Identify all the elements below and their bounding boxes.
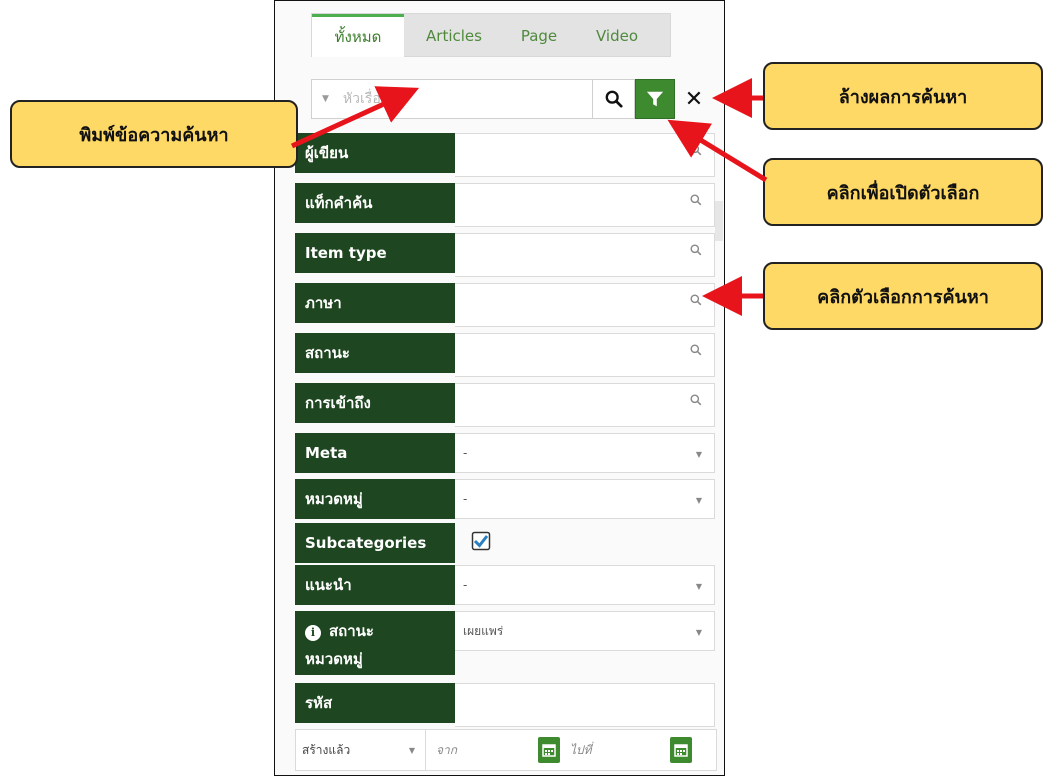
select-value: -: [463, 492, 468, 506]
info-icon: i: [305, 625, 321, 641]
select-value: -: [463, 578, 468, 592]
filter-label: ผู้เขียน: [295, 133, 455, 173]
filter-category: หมวดหมู่ - ▼: [295, 479, 715, 523]
calendar-icon: [674, 744, 688, 757]
category-status-select[interactable]: เผยแพร่ ▼: [455, 611, 715, 651]
filter-status: สถานะ: [295, 333, 715, 377]
select-value: -: [463, 446, 468, 460]
date-filter: สร้างแล้ว ▼ จาก ไปที่: [295, 729, 717, 771]
date-to-calendar-button[interactable]: [670, 737, 692, 763]
filter-label: Item type: [295, 233, 455, 273]
id-field[interactable]: [455, 683, 715, 727]
filter-tags: แท็กคำค้น: [295, 183, 715, 227]
search-icon: [605, 90, 623, 108]
author-field[interactable]: [455, 133, 715, 177]
search-placeholder: หัวเรื่อง: [342, 91, 388, 107]
filter-label: ภาษา: [295, 283, 455, 323]
filter-label: แท็กคำค้น: [295, 183, 455, 223]
search-icon: [690, 394, 702, 406]
search-icon: [690, 194, 702, 206]
tab-page[interactable]: Page: [504, 14, 574, 57]
date-from-input[interactable]: จาก: [426, 741, 538, 760]
chevron-down-icon: ▼: [695, 582, 702, 591]
select-value: เผยแพร่: [463, 623, 504, 638]
calendar-icon: [542, 744, 556, 757]
category-select[interactable]: - ▼: [455, 479, 715, 519]
filter-label: หมวดหมู่: [295, 479, 455, 519]
filter-author: ผู้เขียน: [295, 133, 715, 177]
filter-id: รหัส: [295, 683, 715, 727]
tab-articles[interactable]: Articles: [404, 14, 504, 57]
filter-language: ภาษา: [295, 283, 715, 327]
chevron-down-icon: ▼: [408, 746, 415, 755]
filter-icon: [646, 91, 664, 107]
filter-access: การเข้าถึง: [295, 383, 715, 427]
search-icon: [690, 294, 702, 306]
filter-label: i สถานะ หมวดหมู่: [295, 611, 455, 675]
chevron-down-icon: ▼: [695, 628, 702, 637]
select-value: สร้างแล้ว: [302, 742, 351, 757]
filter-subcategories: Subcategories: [295, 523, 715, 567]
search-icon: [690, 144, 702, 156]
filter-featured: แนะนำ - ▼: [295, 565, 715, 609]
item-type-field[interactable]: [455, 233, 715, 277]
clear-button[interactable]: ✕: [675, 79, 713, 119]
callout-open-options: คลิกเพื่อเปิดตัวเลือก: [763, 158, 1043, 226]
search-button[interactable]: [593, 79, 635, 119]
callout-type-search: พิมพ์ข้อความค้นหา: [10, 100, 298, 168]
filter-label: สถานะ: [295, 333, 455, 373]
status-field[interactable]: [455, 333, 715, 377]
callout-clear-results: ล้างผลการค้นหา: [763, 62, 1043, 130]
checkbox-checked-icon: [471, 531, 491, 551]
label-line-1: สถานะ: [329, 622, 374, 640]
search-bar: ▼ หัวเรื่อง ✕: [311, 79, 721, 119]
search-icon: [690, 344, 702, 356]
date-from-calendar-button[interactable]: [538, 737, 560, 763]
filter-label: Meta: [295, 433, 455, 473]
search-icon: [690, 244, 702, 256]
chevron-down-icon: ▼: [695, 496, 702, 505]
tab-video[interactable]: Video: [574, 14, 660, 57]
filter-category-status: i สถานะ หมวดหมู่ เผยแพร่ ▼: [295, 611, 715, 677]
filter-meta: Meta - ▼: [295, 433, 715, 477]
tags-field[interactable]: [455, 183, 715, 227]
filter-label: แนะนำ: [295, 565, 455, 605]
filter-options-button[interactable]: [635, 79, 675, 119]
date-type-select[interactable]: สร้างแล้ว ▼: [296, 730, 426, 770]
filter-label: การเข้าถึง: [295, 383, 455, 423]
filter-label: Subcategories: [295, 523, 455, 563]
meta-select[interactable]: - ▼: [455, 433, 715, 473]
content-type-tabs: ทั้งหมด Articles Page Video: [311, 13, 671, 57]
chevron-down-icon: ▼: [695, 450, 702, 459]
screenshot-frame: ทั้งหมด Articles Page Video ▼ หัวเรื่อง …: [274, 0, 725, 776]
close-icon: ✕: [684, 86, 704, 112]
callout-search-options: คลิกตัวเลือกการค้นหา: [763, 262, 1043, 330]
search-input[interactable]: ▼ หัวเรื่อง: [311, 79, 593, 119]
background-list-fragment: [715, 201, 723, 241]
filter-item-type: Item type: [295, 233, 715, 277]
subcategories-checkbox[interactable]: [471, 531, 491, 555]
featured-select[interactable]: - ▼: [455, 565, 715, 605]
caret-down-icon[interactable]: ▼: [322, 94, 329, 104]
tab-all[interactable]: ทั้งหมด: [312, 14, 404, 57]
date-to-input[interactable]: ไปที่: [560, 741, 670, 760]
filter-label: รหัส: [295, 683, 455, 723]
language-field[interactable]: [455, 283, 715, 327]
access-field[interactable]: [455, 383, 715, 427]
label-line-2: หมวดหมู่: [305, 650, 363, 668]
